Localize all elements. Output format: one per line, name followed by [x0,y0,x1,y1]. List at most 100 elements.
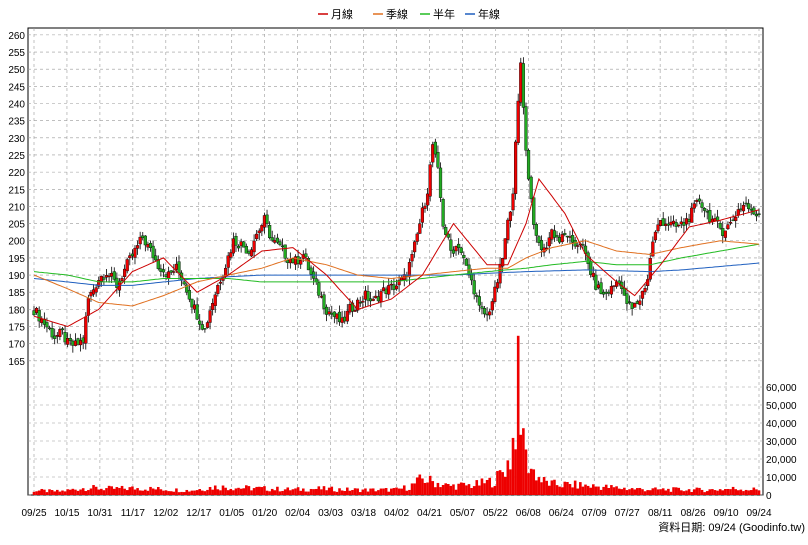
volume-bar [540,482,543,495]
volume-bar [245,485,248,495]
volume-bar [301,488,305,495]
candle [607,289,611,297]
volume-bar [94,486,98,495]
volume-bar [164,490,168,495]
candle-body-down [130,253,134,257]
candle-body-up [216,285,220,294]
candle-body-up [671,220,676,224]
candle-body-up [120,278,124,281]
candle [363,285,368,307]
candle [731,214,735,222]
volume-bar [685,490,688,495]
candle [664,218,668,231]
volume-bar [698,487,701,495]
candle [337,305,342,326]
candle-body-down [270,237,274,241]
volume-bar [692,489,696,495]
volume-bar [203,491,207,495]
volume-bar [237,487,240,495]
volume-bar [607,487,611,495]
candle-body-down [581,244,585,246]
x-tick-label: 03/18 [351,508,376,519]
candle-body-down [708,210,712,223]
candle-body-up [128,255,132,259]
candle-body-down [477,296,481,306]
candle [332,311,336,324]
candle [340,310,344,328]
volume-bar [358,492,362,495]
candle-body-down [60,328,65,331]
candle-body-down [76,338,80,345]
volume-bar [291,489,295,495]
candle-body-down [451,249,456,254]
candle [495,278,500,293]
candle [252,234,256,259]
candle-body-up [262,215,267,228]
candle [529,175,533,203]
candle-body-up [653,231,658,241]
volume-bar [162,490,165,495]
candle-body-up [89,291,93,297]
volume-bar [656,489,660,495]
volume-bar [76,490,80,495]
volume-bar [498,470,502,495]
candle [410,250,414,268]
volume-bar [604,484,608,495]
volume-bar [151,488,155,495]
x-tick-label: 10/31 [87,508,112,519]
volume-bar [718,489,722,495]
candle-body-up [695,199,699,202]
candle-body-down [317,282,321,296]
candle [356,297,360,313]
candle [661,212,665,226]
candle-body-down [182,281,186,285]
volume-bar [110,486,113,495]
candle [508,210,513,228]
candle [555,231,559,241]
candle [565,235,569,243]
candle-body-down [480,306,484,309]
candle [459,246,463,256]
candle-body-down [462,254,466,258]
volume-bar [125,490,129,495]
candle [423,202,427,213]
x-tick-label: 04/21 [417,508,442,519]
volume-bar [646,490,649,495]
volume-bar [100,488,103,495]
candle-body-up [327,311,331,315]
volume-bar [286,487,290,495]
volume-bar [89,488,93,495]
volume-bar [219,490,222,495]
candle [169,270,173,276]
volume-bar [446,484,450,495]
candle [278,239,282,247]
x-tick-label: 03/03 [318,508,343,519]
candle-body-down [757,213,761,215]
candle-body-up [728,221,733,224]
candle [133,245,137,265]
volume-bar [384,488,388,495]
candle-body-down [607,291,611,294]
candle [630,302,634,316]
candle [744,196,748,207]
candle-body-up [550,229,554,240]
candle-body-up [340,317,344,323]
volume-bar [208,486,212,495]
candle-body-down [625,293,629,304]
volume-bar [669,491,673,495]
candle [695,198,699,207]
candle-body-down [604,291,608,294]
x-tick-label: 07/09 [582,508,607,519]
volume-bar [418,474,422,495]
volume-bar [415,477,419,495]
candle-body-up [205,322,210,328]
volume-bar [659,489,662,495]
candle [135,240,140,255]
candle-body-down [441,199,445,227]
candle [371,296,375,302]
price-tick-label: 215 [8,185,25,196]
volume-bar [687,489,691,495]
volume-bar [136,488,139,495]
volume-bar [68,489,72,495]
candle-body-up [488,311,492,316]
